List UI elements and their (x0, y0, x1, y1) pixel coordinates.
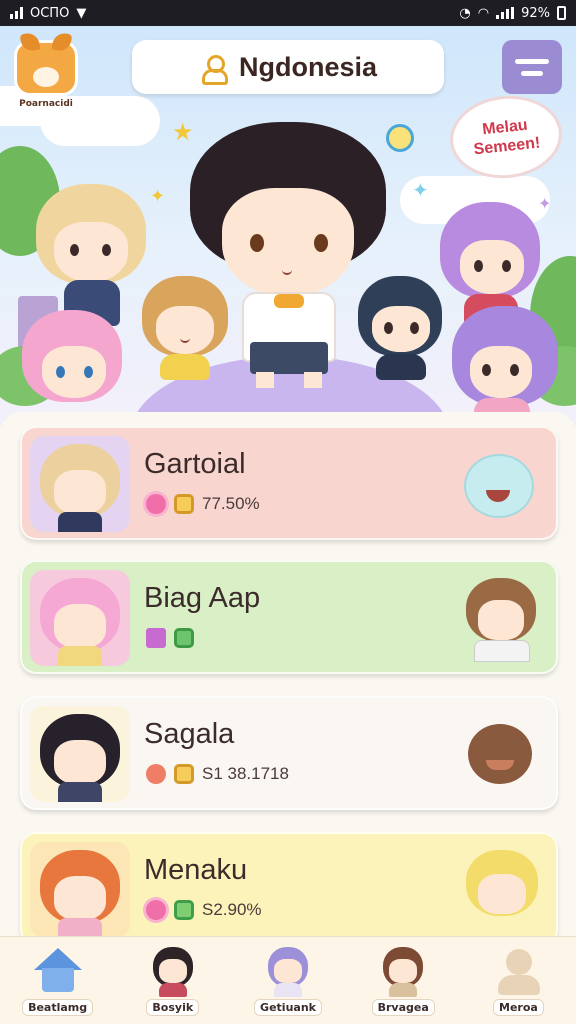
status-text: ОСПО (30, 5, 70, 21)
status-bar: ОСПО ▼ ◔ ◠ 92% (0, 0, 576, 26)
coin-icon (174, 494, 194, 514)
hero-banner: ★ ✦ ✦ ✦ Poarnacidi Ngdonesia Melau Semee… (0, 26, 576, 426)
game-title: Sagala (144, 718, 235, 750)
character-icon (375, 945, 431, 997)
game-card[interactable]: Biag Aap (20, 560, 558, 674)
cell-signal-icon (496, 7, 515, 19)
menu-button[interactable] (502, 40, 562, 94)
flower-icon (146, 494, 166, 514)
wifi-icon-right: ◠ (477, 5, 490, 21)
game-avatar (30, 706, 130, 802)
nav-item-2[interactable]: Bosyik (115, 937, 230, 1024)
nav-label: Bosyik (146, 999, 200, 1016)
game-title: Menaku (144, 854, 248, 886)
logo-label: Poarnacidi (10, 98, 82, 110)
nav-label: Beatlamg (22, 999, 94, 1016)
game-title: Biag Aap (144, 582, 261, 614)
app-logo[interactable]: Poarnacidi (10, 40, 82, 118)
character-icon (145, 945, 201, 997)
cat-icon (146, 764, 166, 784)
speech-bubble: Melau Semeen! (446, 90, 566, 184)
game-stats: S2.90% (146, 900, 262, 920)
flower-icon (146, 900, 166, 920)
game-card[interactable]: Menaku S2.90% (20, 832, 558, 946)
alarm-icon: ◔ (459, 5, 471, 21)
home-icon (30, 945, 86, 997)
game-card[interactable]: Sagala S1 38.1718 (20, 696, 558, 810)
battery-icon (557, 6, 566, 20)
character-lavender (452, 306, 562, 426)
profile-icon (490, 945, 546, 997)
nav-item-home[interactable]: Beatlamg (0, 937, 115, 1024)
wifi-icon: ▼ (76, 5, 87, 21)
star-icon: ✦ (412, 178, 429, 202)
game-avatar (30, 570, 130, 666)
character-icon (260, 945, 316, 997)
coin-icon (174, 764, 194, 784)
game-stat-value: 77.50% (202, 494, 260, 513)
nav-label: Meroa (493, 999, 544, 1016)
nav-item-4[interactable]: Brvagea (346, 937, 461, 1024)
character-dark-hair (358, 276, 444, 386)
user-icon (199, 53, 228, 85)
battery-level: 92% (521, 5, 550, 21)
girl-mascot-icon (458, 578, 542, 662)
page-title: Ngdonesia (238, 51, 378, 82)
lightbulb-icon (386, 124, 414, 152)
nav-item-3[interactable]: Getiuank (230, 937, 345, 1024)
dog-icon (14, 40, 78, 96)
game-stat-value: S1 38.1718 (202, 764, 289, 783)
bottom-nav: Beatlamg Bosyik Getiuank Brvagea Meroa (0, 936, 576, 1024)
character-pink (18, 310, 128, 426)
nav-item-profile[interactable]: Meroa (461, 937, 576, 1024)
nav-label: Getiuank (254, 999, 322, 1016)
ghost-mascot-icon (458, 444, 542, 528)
ticket-icon (174, 628, 194, 648)
game-list: Gartoial 77.50% Biag Aap Sagala S1 38.17… (0, 412, 576, 946)
game-title: Gartoial (144, 448, 246, 480)
game-stats: S1 38.1718 (146, 764, 289, 784)
blonde-mascot-icon (458, 850, 542, 934)
star-icon: ✦ (150, 186, 166, 207)
game-avatar (30, 842, 130, 938)
signal-icon (10, 7, 23, 19)
title-bar[interactable]: Ngdonesia (132, 40, 444, 94)
game-stats (146, 628, 202, 648)
game-card[interactable]: Gartoial 77.50% (20, 426, 558, 540)
plus-icon (146, 628, 166, 648)
game-stat-value: S2.90% (202, 900, 262, 919)
character-brown (140, 276, 230, 386)
game-avatar (30, 436, 130, 532)
speech-bubble-text: Melau Semeen! (472, 116, 542, 159)
game-stats: 77.50% (146, 494, 260, 514)
menu-bar (515, 58, 549, 64)
nav-label: Brvagea (371, 999, 435, 1016)
menu-bar (521, 70, 543, 76)
bear-mascot-icon (458, 714, 542, 798)
wallet-icon (174, 900, 194, 920)
